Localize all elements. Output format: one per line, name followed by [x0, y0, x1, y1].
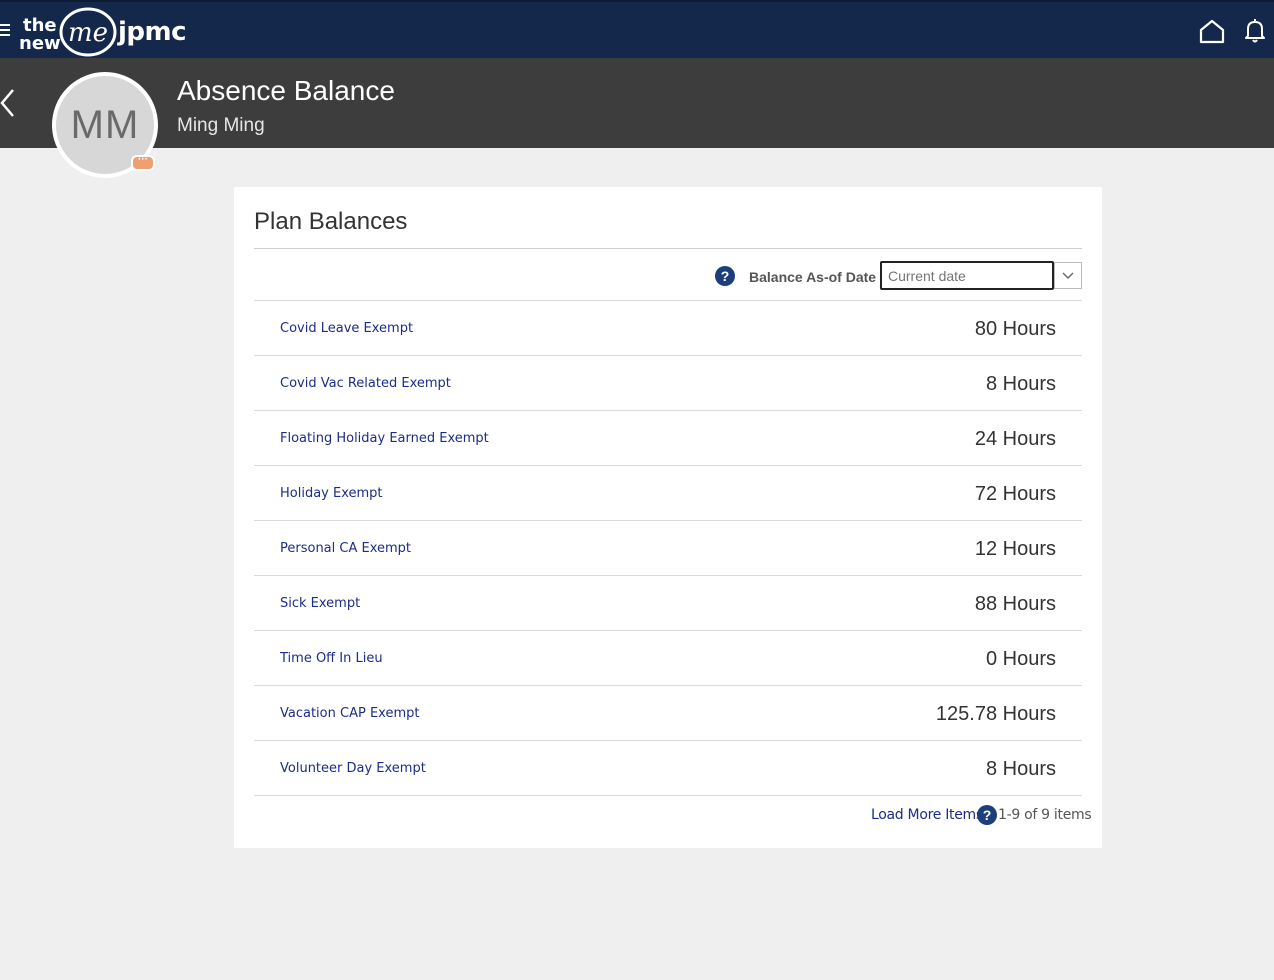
employee-name: Ming Ming: [177, 115, 265, 136]
plan-balance-value: 0 Hours: [985, 648, 1056, 670]
plan-balance-value: 72 Hours: [974, 483, 1056, 505]
date-dropdown-button[interactable]: [1054, 262, 1082, 289]
plan-balance-value: 12 Hours: [974, 538, 1056, 560]
item-count-text: 1-9 of 9 items: [998, 807, 1092, 823]
balance-row: Floating Holiday Earned Exempt 24 Hours: [254, 411, 1082, 466]
plan-name-link[interactable]: Covid Vac Related Exempt: [280, 376, 451, 392]
plan-name-link[interactable]: Vacation CAP Exempt: [280, 706, 419, 722]
hamburger-menu-icon[interactable]: [0, 24, 10, 36]
logo-jpmc-text: jpmc: [118, 17, 187, 47]
balance-row: Sick Exempt 88 Hours: [254, 576, 1082, 631]
divider: [254, 248, 1082, 249]
top-nav-bar: the new me jpmc: [0, 0, 1274, 58]
logo-me-emblem: me: [59, 7, 117, 57]
balance-date-input[interactable]: [880, 261, 1054, 290]
logo-new-text: new: [19, 33, 61, 54]
help-icon[interactable]: ?: [977, 805, 997, 825]
balance-row: Covid Leave Exempt 80 Hours: [254, 301, 1082, 356]
plan-name-link[interactable]: Holiday Exempt: [280, 486, 383, 502]
help-icon[interactable]: ?: [715, 266, 735, 286]
plan-name-link[interactable]: Covid Leave Exempt: [280, 321, 413, 337]
card-title: Plan Balances: [254, 208, 408, 235]
plan-balance-value: 8 Hours: [985, 758, 1056, 780]
plan-balance-value: 24 Hours: [974, 428, 1056, 450]
balance-row: Covid Vac Related Exempt 8 Hours: [254, 356, 1082, 411]
home-icon[interactable]: [1198, 18, 1226, 44]
app-logo[interactable]: the new me jpmc: [19, 6, 189, 58]
balance-row: Volunteer Day Exempt 8 Hours: [254, 741, 1082, 796]
avatar-initials: MM: [70, 102, 140, 147]
plan-name-link[interactable]: Floating Holiday Earned Exempt: [280, 431, 489, 447]
plan-balance-value: 88 Hours: [974, 593, 1056, 615]
balance-row: Holiday Exempt 72 Hours: [254, 466, 1082, 521]
notifications-bell-icon[interactable]: [1243, 18, 1267, 44]
page-title: Absence Balance: [177, 75, 395, 106]
plan-name-link[interactable]: Time Off In Lieu: [280, 651, 383, 667]
chevron-down-icon: [1062, 272, 1074, 279]
balance-row: Personal CA Exempt 12 Hours: [254, 521, 1082, 576]
balance-as-of-label: Balance As-of Date: [749, 269, 877, 285]
plan-balance-value: 80 Hours: [974, 318, 1056, 340]
back-arrow-icon[interactable]: [0, 86, 18, 120]
plan-name-link[interactable]: Volunteer Day Exempt: [280, 761, 426, 777]
plan-balances-card: Plan Balances ? Balance As-of Date Covid…: [234, 187, 1102, 848]
balance-row: Time Off In Lieu 0 Hours: [254, 631, 1082, 686]
avatar-more-badge[interactable]: ···: [131, 155, 155, 171]
logo-me-text: me: [68, 18, 108, 48]
plan-balance-value: 8 Hours: [985, 373, 1056, 395]
plan-name-link[interactable]: Personal CA Exempt: [280, 541, 411, 557]
load-more-items-link[interactable]: Load More Items: [871, 806, 983, 824]
plan-name-link[interactable]: Sick Exempt: [280, 596, 360, 612]
plan-balance-value: 125.78 Hours: [935, 703, 1056, 725]
balance-row: Vacation CAP Exempt 125.78 Hours: [254, 686, 1082, 741]
